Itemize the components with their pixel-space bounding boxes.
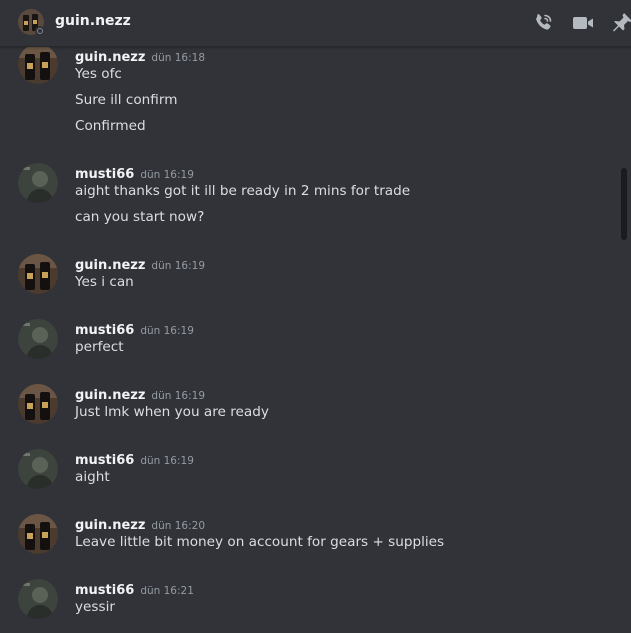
message-header: guin.nezz dün 16:19 — [75, 384, 205, 403]
author-avatar[interactable] — [18, 579, 58, 619]
status-indicator — [35, 26, 45, 36]
author-name[interactable]: guin.nezz — [75, 518, 145, 533]
author-name[interactable]: musti66 — [75, 453, 134, 468]
author-name[interactable]: guin.nezz — [75, 388, 145, 403]
message-text: can you start now? — [75, 209, 205, 225]
author-name[interactable]: guin.nezz — [75, 50, 145, 65]
timestamp: dün 16:21 — [140, 585, 194, 597]
author-avatar[interactable] — [18, 514, 58, 554]
message-text: Just lmk when you are ready — [75, 404, 269, 420]
message-list[interactable]: guin.nezz dün 16:18 Yes ofc Sure ill conf… — [0, 46, 620, 633]
pin-icon[interactable] — [610, 11, 631, 35]
message-text: aight thanks got it ill be ready in 2 mi… — [75, 183, 411, 199]
dm-username: guin.nezz — [55, 13, 131, 29]
message-header: guin.nezz dün 16:20 — [75, 514, 205, 533]
message-text: yessir — [75, 599, 115, 615]
voice-call-icon[interactable] — [531, 11, 555, 35]
message-header: guin.nezz dün 16:19 — [75, 254, 205, 273]
message-text: aight — [75, 469, 110, 485]
timestamp: dün 16:19 — [151, 390, 205, 402]
author-avatar[interactable] — [18, 319, 58, 359]
timestamp: dün 16:20 — [151, 520, 205, 532]
timestamp: dün 16:19 — [140, 325, 194, 337]
author-name[interactable]: musti66 — [75, 583, 134, 598]
author-avatar[interactable] — [18, 254, 58, 294]
message-text: Yes ofc — [75, 66, 122, 82]
author-name[interactable]: guin.nezz — [75, 258, 145, 273]
message-text: Sure ill confirm — [75, 92, 178, 108]
message-header: musti66 dün 16:19 — [75, 163, 194, 182]
scrollbar-thumb[interactable] — [621, 168, 627, 240]
message-text: perfect — [75, 339, 124, 355]
timestamp: dün 16:19 — [151, 260, 205, 272]
video-call-icon[interactable] — [571, 11, 595, 35]
message-text: Confirmed — [75, 118, 146, 134]
message-header: musti66 dün 16:19 — [75, 449, 194, 468]
message-text: Leave little bit money on account for ge… — [75, 534, 445, 550]
message-header: musti66 dün 16:21 — [75, 579, 194, 598]
timestamp: dün 16:19 — [140, 169, 194, 181]
message-text: Yes i can — [75, 274, 134, 290]
author-avatar[interactable] — [18, 384, 58, 424]
author-avatar[interactable] — [18, 449, 58, 489]
author-name[interactable]: musti66 — [75, 167, 134, 182]
author-avatar[interactable] — [18, 163, 58, 203]
timestamp: dün 16:19 — [140, 455, 194, 467]
author-avatar[interactable] — [18, 46, 58, 84]
timestamp: dün 16:18 — [151, 52, 205, 64]
channel-header: guin.nezz — [0, 0, 631, 47]
message-header: guin.nezz dün 16:18 — [75, 46, 205, 65]
message-header: musti66 dün 16:19 — [75, 319, 194, 338]
author-name[interactable]: musti66 — [75, 323, 134, 338]
